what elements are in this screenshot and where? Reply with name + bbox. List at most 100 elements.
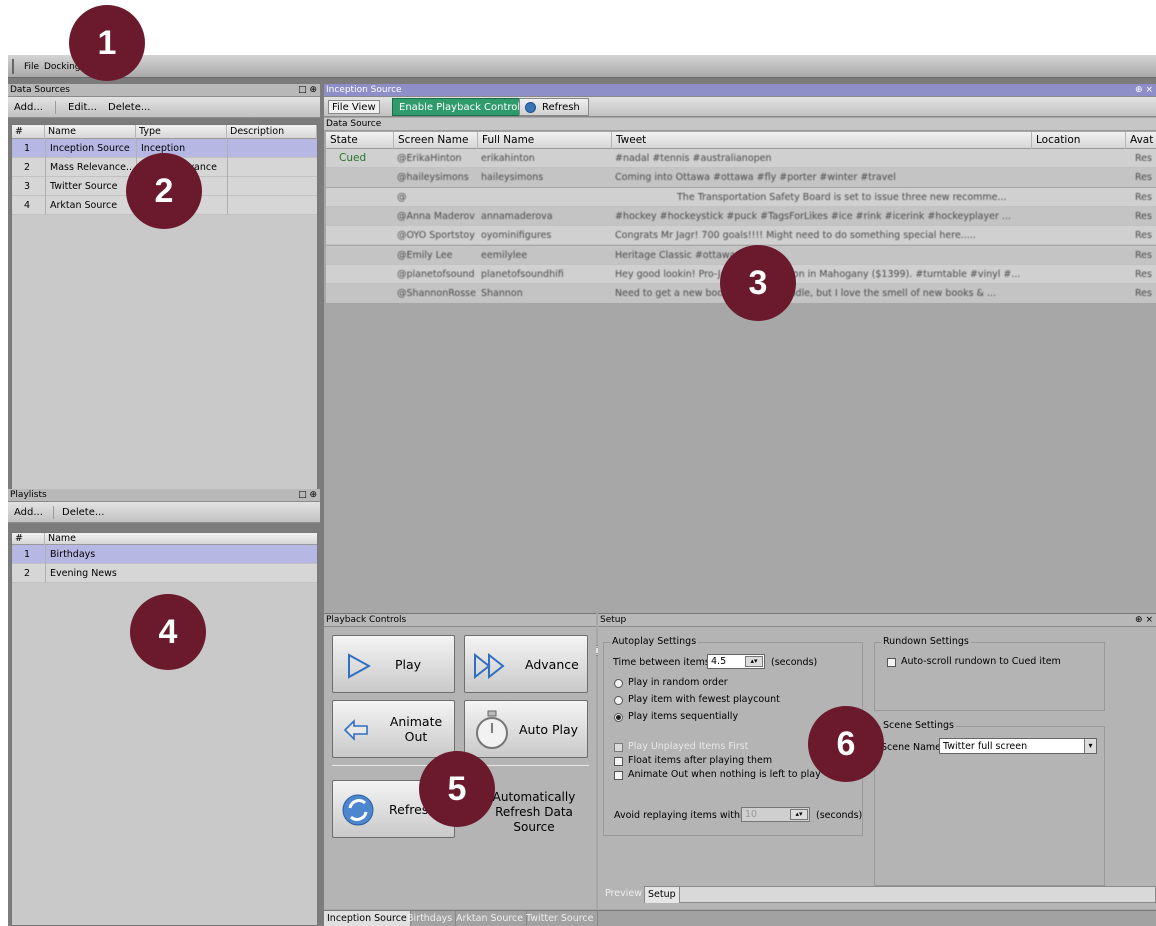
menu-bar: File Docking bbox=[8, 55, 1156, 78]
checkbox-float-items[interactable] bbox=[614, 757, 623, 766]
auto-refresh-label[interactable]: Automatically Refresh Data Source bbox=[484, 790, 584, 835]
col-name[interactable]: Name bbox=[45, 533, 317, 545]
float-items-label[interactable]: Float items after playing them bbox=[628, 755, 772, 766]
cell-full-name: oyominifigures bbox=[481, 230, 552, 242]
table-row[interactable]: @haileysimons haileysimons Coming into Ott… bbox=[326, 168, 1156, 188]
refresh-button[interactable]: Refresh bbox=[519, 98, 589, 116]
grid-line bbox=[227, 139, 228, 215]
spinner-icon[interactable]: ▴▾ bbox=[790, 809, 808, 820]
radio-random[interactable] bbox=[614, 679, 623, 688]
delete-data-source-button[interactable]: Delete... bbox=[108, 97, 150, 118]
row-num: 2 bbox=[24, 568, 31, 579]
tab-setup[interactable]: Setup bbox=[644, 886, 680, 903]
scene-name-select[interactable]: Twitter full screen ▾ bbox=[939, 738, 1097, 754]
scene-name-value: Twitter full screen bbox=[943, 741, 1028, 752]
col-num[interactable]: # bbox=[12, 125, 45, 139]
playlists-toolbar: Add... Delete... bbox=[8, 502, 320, 523]
radio-fewest-playcount[interactable] bbox=[614, 696, 623, 705]
cell-tweet: #hockey #hockeystick #puck #TagsForLikes… bbox=[615, 210, 1011, 222]
panel-title-inception: Inception Source ⊕ × bbox=[324, 84, 1156, 97]
col-state[interactable]: State bbox=[326, 132, 394, 149]
col-tweet[interactable]: Tweet bbox=[612, 132, 1032, 149]
cell-tweet: Congrats Mr Jagr! 700 goals!!!! Might ne… bbox=[615, 230, 976, 242]
auto-play-button[interactable]: Auto Play bbox=[464, 700, 588, 758]
callout-badge-2: 2 bbox=[126, 153, 202, 229]
row-num: 4 bbox=[24, 200, 31, 211]
tab-twitter-source[interactable]: Twitter Source bbox=[523, 911, 598, 926]
animate-out-check-label[interactable]: Animate Out when nothing is left to play bbox=[628, 769, 821, 780]
rundown-settings-group: Rundown Settings Auto-scroll rundown to … bbox=[874, 636, 1105, 711]
avoid-seconds-label: (seconds) bbox=[816, 810, 863, 821]
tab-birthdays[interactable]: Birthdays bbox=[404, 911, 457, 926]
radio-sequential-label[interactable]: Play items sequentially bbox=[628, 711, 738, 722]
table-row[interactable]: Cued @ErikaHinton erikahinton #nadal #tenni… bbox=[326, 149, 1156, 168]
play-unplayed-label[interactable]: Play Unplayed Items First bbox=[628, 741, 748, 752]
col-full-name[interactable]: Full Name bbox=[478, 132, 612, 149]
cell-avatar: Res bbox=[1135, 172, 1152, 184]
chevron-down-icon[interactable]: ▾ bbox=[1084, 739, 1096, 753]
file-view-tab[interactable]: File View bbox=[328, 100, 380, 114]
col-screen-name[interactable]: Screen Name bbox=[394, 132, 478, 149]
cell-screen-name: @OYO Sportstoy bbox=[397, 230, 475, 242]
tab-arktan-source[interactable]: Arktan Source bbox=[453, 911, 528, 926]
pin-close-icon[interactable]: ⊕ × bbox=[1135, 84, 1153, 96]
play-label: Play bbox=[395, 657, 422, 672]
table-row[interactable]: @ The Transportation Safety Board is set … bbox=[326, 187, 1156, 207]
cell-avatar: Res bbox=[1135, 230, 1152, 242]
checkbox-auto-scroll[interactable] bbox=[887, 658, 896, 667]
col-num[interactable]: # bbox=[12, 533, 45, 545]
toolbar-separator bbox=[55, 101, 56, 114]
col-avatar[interactable]: Avat bbox=[1126, 132, 1156, 149]
avoid-replaying-input[interactable]: 10 ▴▾ bbox=[741, 807, 810, 822]
delete-playlist-button[interactable]: Delete... bbox=[62, 502, 104, 523]
col-name[interactable]: Name bbox=[45, 125, 136, 139]
playlists-panel: Playlists □ ⊕ Add... Delete... # Name 1 … bbox=[8, 489, 320, 926]
autoplay-legend: Autoplay Settings bbox=[610, 636, 699, 647]
radio-random-label[interactable]: Play in random order bbox=[628, 677, 728, 688]
radio-sequential[interactable] bbox=[614, 713, 623, 722]
tab-inception-source[interactable]: Inception Source bbox=[324, 911, 411, 926]
checkbox-animate-out[interactable] bbox=[614, 771, 623, 780]
setup-title: Setup bbox=[600, 615, 627, 625]
radio-fewest-label[interactable]: Play item with fewest playcount bbox=[628, 694, 780, 705]
scene-name-label: Scene Name: bbox=[881, 742, 945, 753]
add-playlist-button[interactable]: Add... bbox=[14, 502, 43, 523]
time-between-input[interactable]: 4.5 ▴▾ bbox=[707, 654, 765, 669]
table-row[interactable]: @OYO Sportstoy oyominifigures Congrats Mr … bbox=[326, 226, 1156, 246]
col-location[interactable]: Location bbox=[1032, 132, 1126, 149]
cell-screen-name: @Emily Lee bbox=[397, 249, 453, 261]
play-button[interactable]: Play bbox=[332, 635, 455, 693]
callout-badge-1: 1 bbox=[69, 5, 145, 81]
data-source-label: Data Source bbox=[324, 118, 1156, 131]
row-num: 1 bbox=[24, 143, 31, 154]
list-item[interactable]: 2 Evening News bbox=[12, 564, 317, 583]
table-row[interactable]: @Anna Maderov annamaderova #hockey #hockey… bbox=[326, 206, 1156, 226]
edit-data-source-button[interactable]: Edit... bbox=[68, 97, 97, 118]
pin-icon[interactable]: □ ⊕ bbox=[298, 84, 317, 96]
col-description[interactable]: Description bbox=[227, 125, 317, 139]
add-data-source-button[interactable]: Add... bbox=[14, 97, 43, 118]
avoid-value: 10 bbox=[745, 809, 758, 820]
tweets-header: State Screen Name Full Name Tweet Locati… bbox=[326, 132, 1156, 149]
callout-badge-3: 3 bbox=[720, 245, 796, 321]
animate-out-label: Animate Out bbox=[389, 714, 443, 744]
advance-button[interactable]: Advance bbox=[464, 635, 588, 693]
col-type[interactable]: Type bbox=[136, 125, 227, 139]
cell-full-name: eemilylee bbox=[481, 249, 528, 261]
checkbox-play-unplayed[interactable] bbox=[614, 743, 623, 752]
grid-line bbox=[45, 545, 46, 583]
animate-out-button[interactable]: Animate Out bbox=[332, 700, 455, 758]
pin-close-icon[interactable]: ⊕ × bbox=[1135, 614, 1153, 626]
pin-icon[interactable]: □ ⊕ bbox=[298, 489, 317, 501]
enable-playback-controls-button[interactable]: Enable Playback Controls bbox=[392, 98, 533, 116]
menu-file[interactable]: File bbox=[24, 62, 39, 72]
playlists-header: # Name bbox=[12, 533, 317, 545]
tab-preview[interactable]: Preview bbox=[602, 886, 646, 902]
cell-full-name: annamaderova bbox=[481, 210, 553, 222]
auto-scroll-label[interactable]: Auto-scroll rundown to Cued item bbox=[901, 656, 1061, 667]
spinner-icon[interactable]: ▴▾ bbox=[745, 656, 763, 667]
cell-full-name: planetofsoundhifi bbox=[481, 268, 564, 280]
panel-title-playback: Playback Controls bbox=[324, 614, 596, 627]
row-name: Birthdays bbox=[50, 549, 96, 560]
list-item[interactable]: 1 Birthdays bbox=[12, 545, 317, 564]
